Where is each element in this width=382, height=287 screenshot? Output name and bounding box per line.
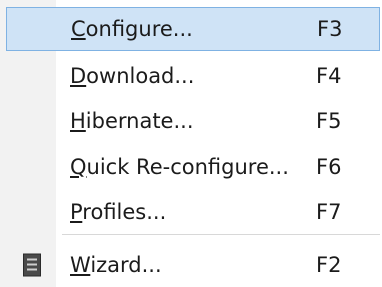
menu-item-profiles[interactable]: Profiles... F7 bbox=[6, 190, 380, 234]
menu-item-configure[interactable]: Configure... F3 bbox=[6, 7, 380, 51]
menu-item-download[interactable]: Download... F4 bbox=[6, 54, 380, 98]
menu-item-label: Profiles... bbox=[70, 200, 167, 224]
menu-item-label: Download... bbox=[70, 64, 195, 88]
menu-item-shortcut: F3 bbox=[317, 17, 343, 41]
menu-item-hibernate[interactable]: Hibernate... F5 bbox=[6, 99, 380, 143]
menu-item-shortcut: F5 bbox=[316, 109, 342, 133]
menu-item-quick-reconfigure[interactable]: Quick Re-configure... F6 bbox=[6, 145, 380, 189]
menu-separator bbox=[62, 234, 380, 235]
menu-item-shortcut: F4 bbox=[316, 64, 342, 88]
menu-item-shortcut: F7 bbox=[316, 200, 342, 224]
menu-item-label: Hibernate... bbox=[70, 109, 194, 133]
menu-item-label: Quick Re-configure... bbox=[70, 155, 289, 179]
menu-item-wizard[interactable]: Wizard... F2 bbox=[6, 243, 380, 287]
menu-item-label: Wizard... bbox=[70, 253, 162, 277]
wizard-icon bbox=[23, 253, 41, 277]
menu-item-shortcut: F2 bbox=[316, 253, 342, 277]
context-menu: Configure... F3 Download... F4 Hibernate… bbox=[0, 0, 382, 287]
menu-item-label: Configure... bbox=[71, 17, 193, 41]
menu-item-shortcut: F6 bbox=[316, 155, 342, 179]
